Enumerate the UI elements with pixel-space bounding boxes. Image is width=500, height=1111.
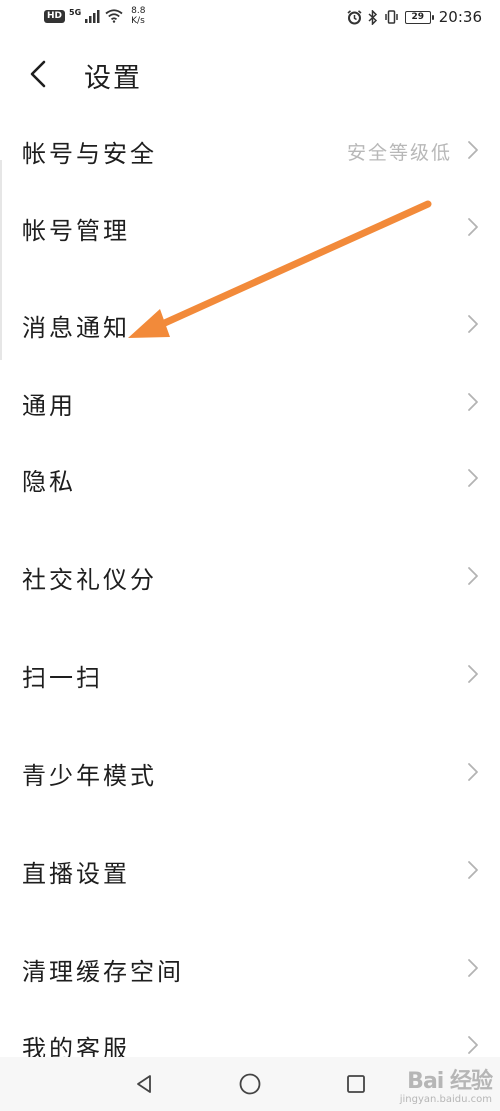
settings-item-label: 隐私 bbox=[22, 468, 76, 496]
chevron-right-icon bbox=[468, 665, 478, 683]
battery-level: 29 bbox=[411, 11, 425, 22]
chevron-right-icon bbox=[468, 469, 478, 487]
chevron-right-icon bbox=[468, 1036, 478, 1054]
network-speed: 8.8 K/s bbox=[131, 6, 145, 26]
settings-item-notifications[interactable]: 消息通知 bbox=[0, 294, 500, 354]
chevron-right-icon bbox=[468, 218, 478, 236]
signal-icon bbox=[85, 9, 100, 23]
battery-icon: 29 bbox=[404, 10, 434, 24]
status-time: 20:36 bbox=[438, 8, 482, 26]
settings-item-label: 社交礼仪分 bbox=[22, 566, 157, 594]
settings-item-clear-cache[interactable]: 清理缓存空间 bbox=[0, 938, 500, 998]
speed-unit: K/s bbox=[131, 16, 145, 26]
watermark: Bai 经验 jingyan.baidu.com bbox=[399, 1063, 493, 1105]
settings-item-label: 直播设置 bbox=[22, 860, 130, 888]
triangle-back-icon bbox=[137, 1075, 151, 1093]
nav-recents-button[interactable] bbox=[340, 1068, 372, 1100]
settings-item-label: 帐号管理 bbox=[22, 217, 130, 245]
status-bar: HD 5G 8.8 K/s 29 20:36 bbox=[0, 0, 500, 36]
security-level-text: 安全等级低 bbox=[346, 142, 452, 164]
speed-value: 8.8 bbox=[131, 6, 146, 16]
settings-item-general[interactable]: 通用 bbox=[0, 372, 500, 432]
watermark-sub: jingyan.baidu.com bbox=[399, 1094, 492, 1105]
settings-item-label: 帐号与安全 bbox=[22, 140, 157, 168]
settings-item-social-etiquette[interactable]: 社交礼仪分 bbox=[0, 546, 500, 606]
chevron-right-icon bbox=[468, 861, 478, 879]
back-button[interactable] bbox=[20, 56, 56, 92]
vibrate-icon bbox=[385, 10, 398, 24]
settings-item-account-management[interactable]: 帐号管理 bbox=[0, 197, 500, 257]
chevron-right-icon bbox=[468, 141, 478, 159]
network-type: 5G bbox=[69, 7, 82, 17]
square-recents-icon bbox=[347, 1075, 365, 1093]
settings-item-account-security[interactable]: 帐号与安全 安全等级低 bbox=[0, 120, 500, 180]
settings-item-label: 消息通知 bbox=[22, 314, 130, 342]
circle-home-icon bbox=[239, 1073, 261, 1095]
settings-item-label: 青少年模式 bbox=[22, 762, 157, 790]
settings-list: 帐号与安全 安全等级低 帐号管理 消息通知 通用 隐私 社交礼仪分 扫一扫 青少… bbox=[0, 0, 500, 1111]
chevron-right-icon bbox=[468, 315, 478, 333]
wifi-icon bbox=[105, 9, 123, 23]
nav-home-button[interactable] bbox=[234, 1068, 266, 1100]
chevron-right-icon bbox=[468, 763, 478, 781]
watermark-main: Bai 经验 bbox=[407, 1069, 493, 1094]
nav-back-button[interactable] bbox=[128, 1068, 160, 1100]
system-nav-bar: Bai 经验 jingyan.baidu.com bbox=[0, 1057, 500, 1111]
settings-item-label: 扫一扫 bbox=[22, 664, 103, 692]
settings-item-label: 清理缓存空间 bbox=[22, 958, 184, 986]
status-bar-right: 29 20:36 bbox=[347, 8, 482, 26]
chevron-right-icon bbox=[468, 959, 478, 977]
header: 设置 bbox=[0, 46, 500, 102]
settings-item-scan[interactable]: 扫一扫 bbox=[0, 644, 500, 704]
chevron-right-icon bbox=[468, 393, 478, 411]
settings-item-privacy[interactable]: 隐私 bbox=[0, 448, 500, 508]
bluetooth-icon bbox=[368, 9, 377, 25]
settings-item-teen-mode[interactable]: 青少年模式 bbox=[0, 742, 500, 802]
chevron-left-icon bbox=[30, 60, 46, 88]
settings-item-live-settings[interactable]: 直播设置 bbox=[0, 840, 500, 900]
chevron-right-icon bbox=[468, 567, 478, 585]
alarm-icon bbox=[347, 9, 362, 24]
settings-item-label: 通用 bbox=[22, 392, 76, 420]
hd-badge: HD bbox=[44, 9, 66, 23]
status-bar-left: HD 5G 8.8 K/s bbox=[44, 6, 145, 26]
page-title: 设置 bbox=[84, 63, 142, 94]
